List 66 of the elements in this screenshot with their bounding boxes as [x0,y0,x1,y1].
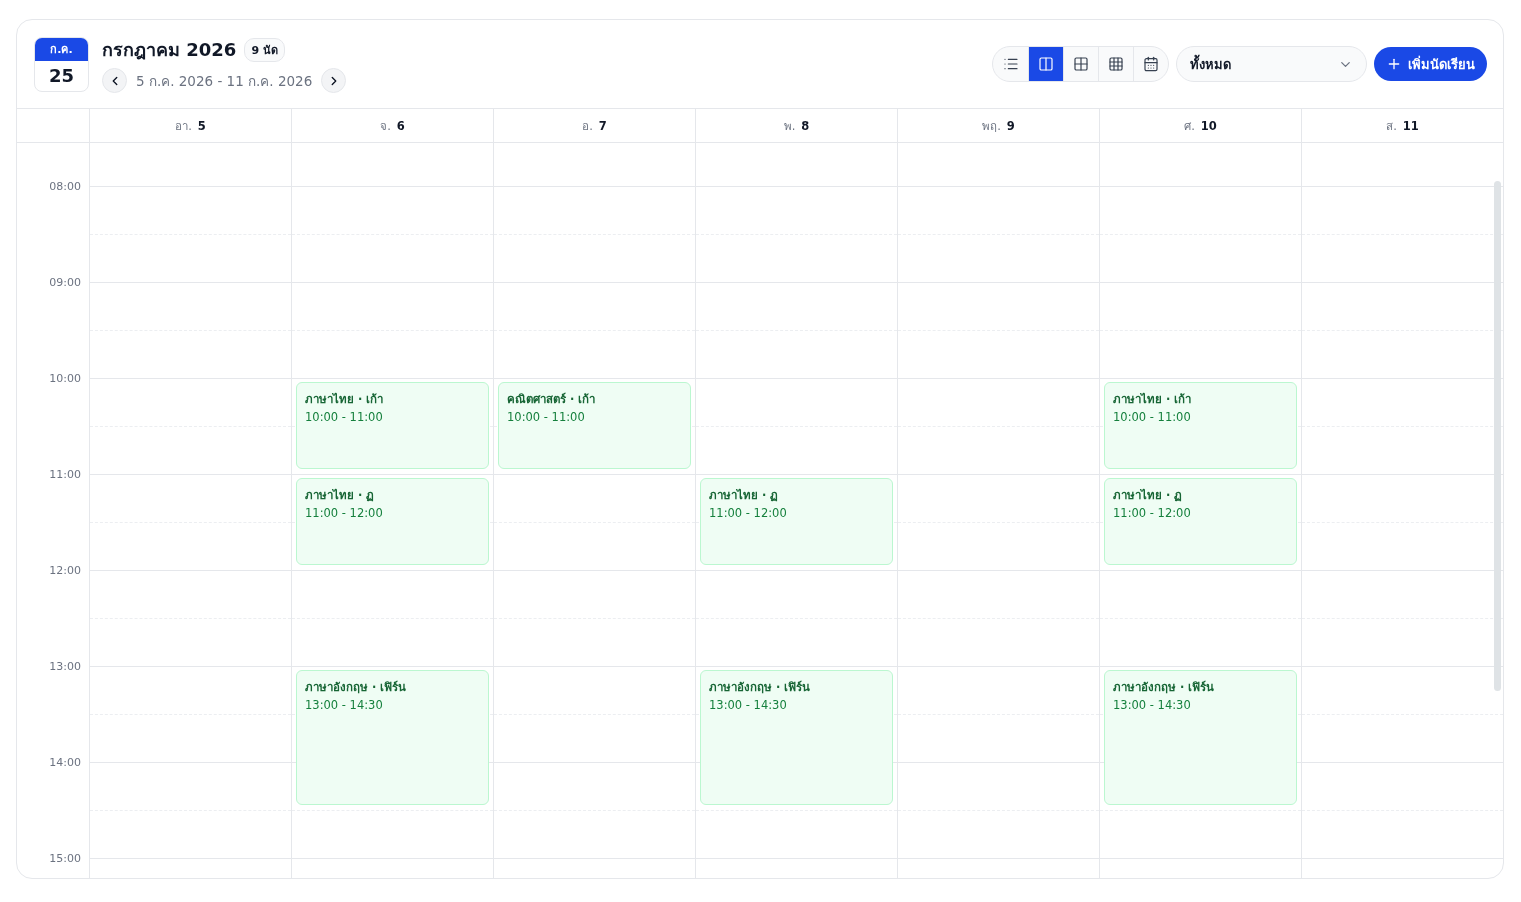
day-number: 8 [801,118,810,133]
time-label: 14:00 [49,755,81,769]
event-title: ภาษาอังกฤษ · เฟิร์น [709,679,811,696]
calendar-icon [1143,56,1159,72]
filter-dropdown[interactable]: ทั้งหมด [1176,46,1367,82]
day-number: 10 [1200,118,1217,133]
weekday-label: พฤ. [982,117,1001,135]
day-number: 6 [396,118,405,133]
weekday-label: พ. [783,117,796,135]
event-title: ภาษาอังกฤษ · เฟิร์น [1113,679,1215,696]
list-icon [1002,56,1019,72]
add-appointment-button[interactable]: เพิ่มนัดเรียน [1374,47,1487,81]
event-card[interactable]: ภาษาอังกฤษ · เฟิร์น 13:00 - 14:30 [700,670,893,805]
day-number: 5 [197,118,206,133]
event-time: 10:00 - 11:00 [305,410,383,424]
next-week-button[interactable] [321,68,347,93]
time-label: 11:00 [49,467,81,481]
event-title: ภาษาไทย · เก้า [1113,391,1192,408]
appointment-count: 9 นัด [244,37,285,62]
badge-month: ก.ค. [35,37,88,61]
day-number: 9 [1006,118,1015,133]
weekday-label: อ. [582,117,593,135]
event-title: ภาษาไทย · เก้า [305,391,384,408]
previous-week-button[interactable] [102,68,127,93]
event-time: 13:00 - 14:30 [709,698,787,712]
event-time: 10:00 - 11:00 [507,410,585,424]
event-card[interactable]: ภาษาอังกฤษ · เฟิร์น 13:00 - 14:30 [1104,670,1297,805]
date-range: 5 ก.ค. 2026 - 11 ก.ค. 2026 [136,71,313,91]
event-time: 11:00 - 12:00 [1113,506,1191,520]
event-time: 13:00 - 14:30 [1113,698,1191,712]
weekday-label: อา. [175,117,192,135]
day-number: 11 [1402,118,1419,133]
event-card[interactable]: คณิตศาสตร์ · เก้า 10:00 - 11:00 [498,382,691,469]
event-title: ภาษาไทย · ฏ [1113,487,1183,504]
event-card[interactable]: ภาษาไทย · ฏ 11:00 - 12:00 [296,478,489,565]
grid-icon [1073,56,1089,72]
event-card[interactable]: ภาษาอังกฤษ · เฟิร์น 13:00 - 14:30 [296,670,489,805]
time-label: 15:00 [49,851,81,865]
event-title: ภาษาไทย · ฏ [305,487,375,504]
time-label: 08:00 [49,179,81,193]
event-time: 11:00 - 12:00 [709,506,787,520]
scrollbar-thumb[interactable] [1494,181,1501,691]
event-time: 10:00 - 11:00 [1113,410,1191,424]
event-title: คณิตศาสตร์ · เก้า [507,391,596,408]
event-title: ภาษาอังกฤษ · เฟิร์น [305,679,407,696]
event-card[interactable]: ภาษาไทย · เก้า 10:00 - 11:00 [296,382,489,469]
columns-icon [1038,56,1054,72]
time-label: 13:00 [49,659,81,673]
month-title: กรกฎาคม 2026 [102,38,237,62]
event-card[interactable]: ภาษาไทย · ฏ 11:00 - 12:00 [1104,478,1297,565]
event-title: ภาษาไทย · ฏ [709,487,779,504]
event-card[interactable]: ภาษาไทย · ฏ 11:00 - 12:00 [700,478,893,565]
view-button[interactable] [1028,47,1063,81]
event-card[interactable]: ภาษาไทย · เก้า 10:00 - 11:00 [1104,382,1297,469]
weekday-label: ศ. [1184,117,1195,135]
day-number: 7 [598,118,607,133]
time-label: 10:00 [49,371,81,385]
badge-day: 25 [35,60,88,91]
event-time: 13:00 - 14:30 [305,698,383,712]
time-label: 09:00 [49,275,81,289]
plus-icon [1386,56,1402,72]
time-label: 12:00 [49,563,81,577]
grid-icon [1108,56,1124,72]
weekday-label: ส. [1386,117,1397,135]
event-time: 11:00 - 12:00 [305,506,383,520]
weekday-label: จ. [380,117,391,135]
